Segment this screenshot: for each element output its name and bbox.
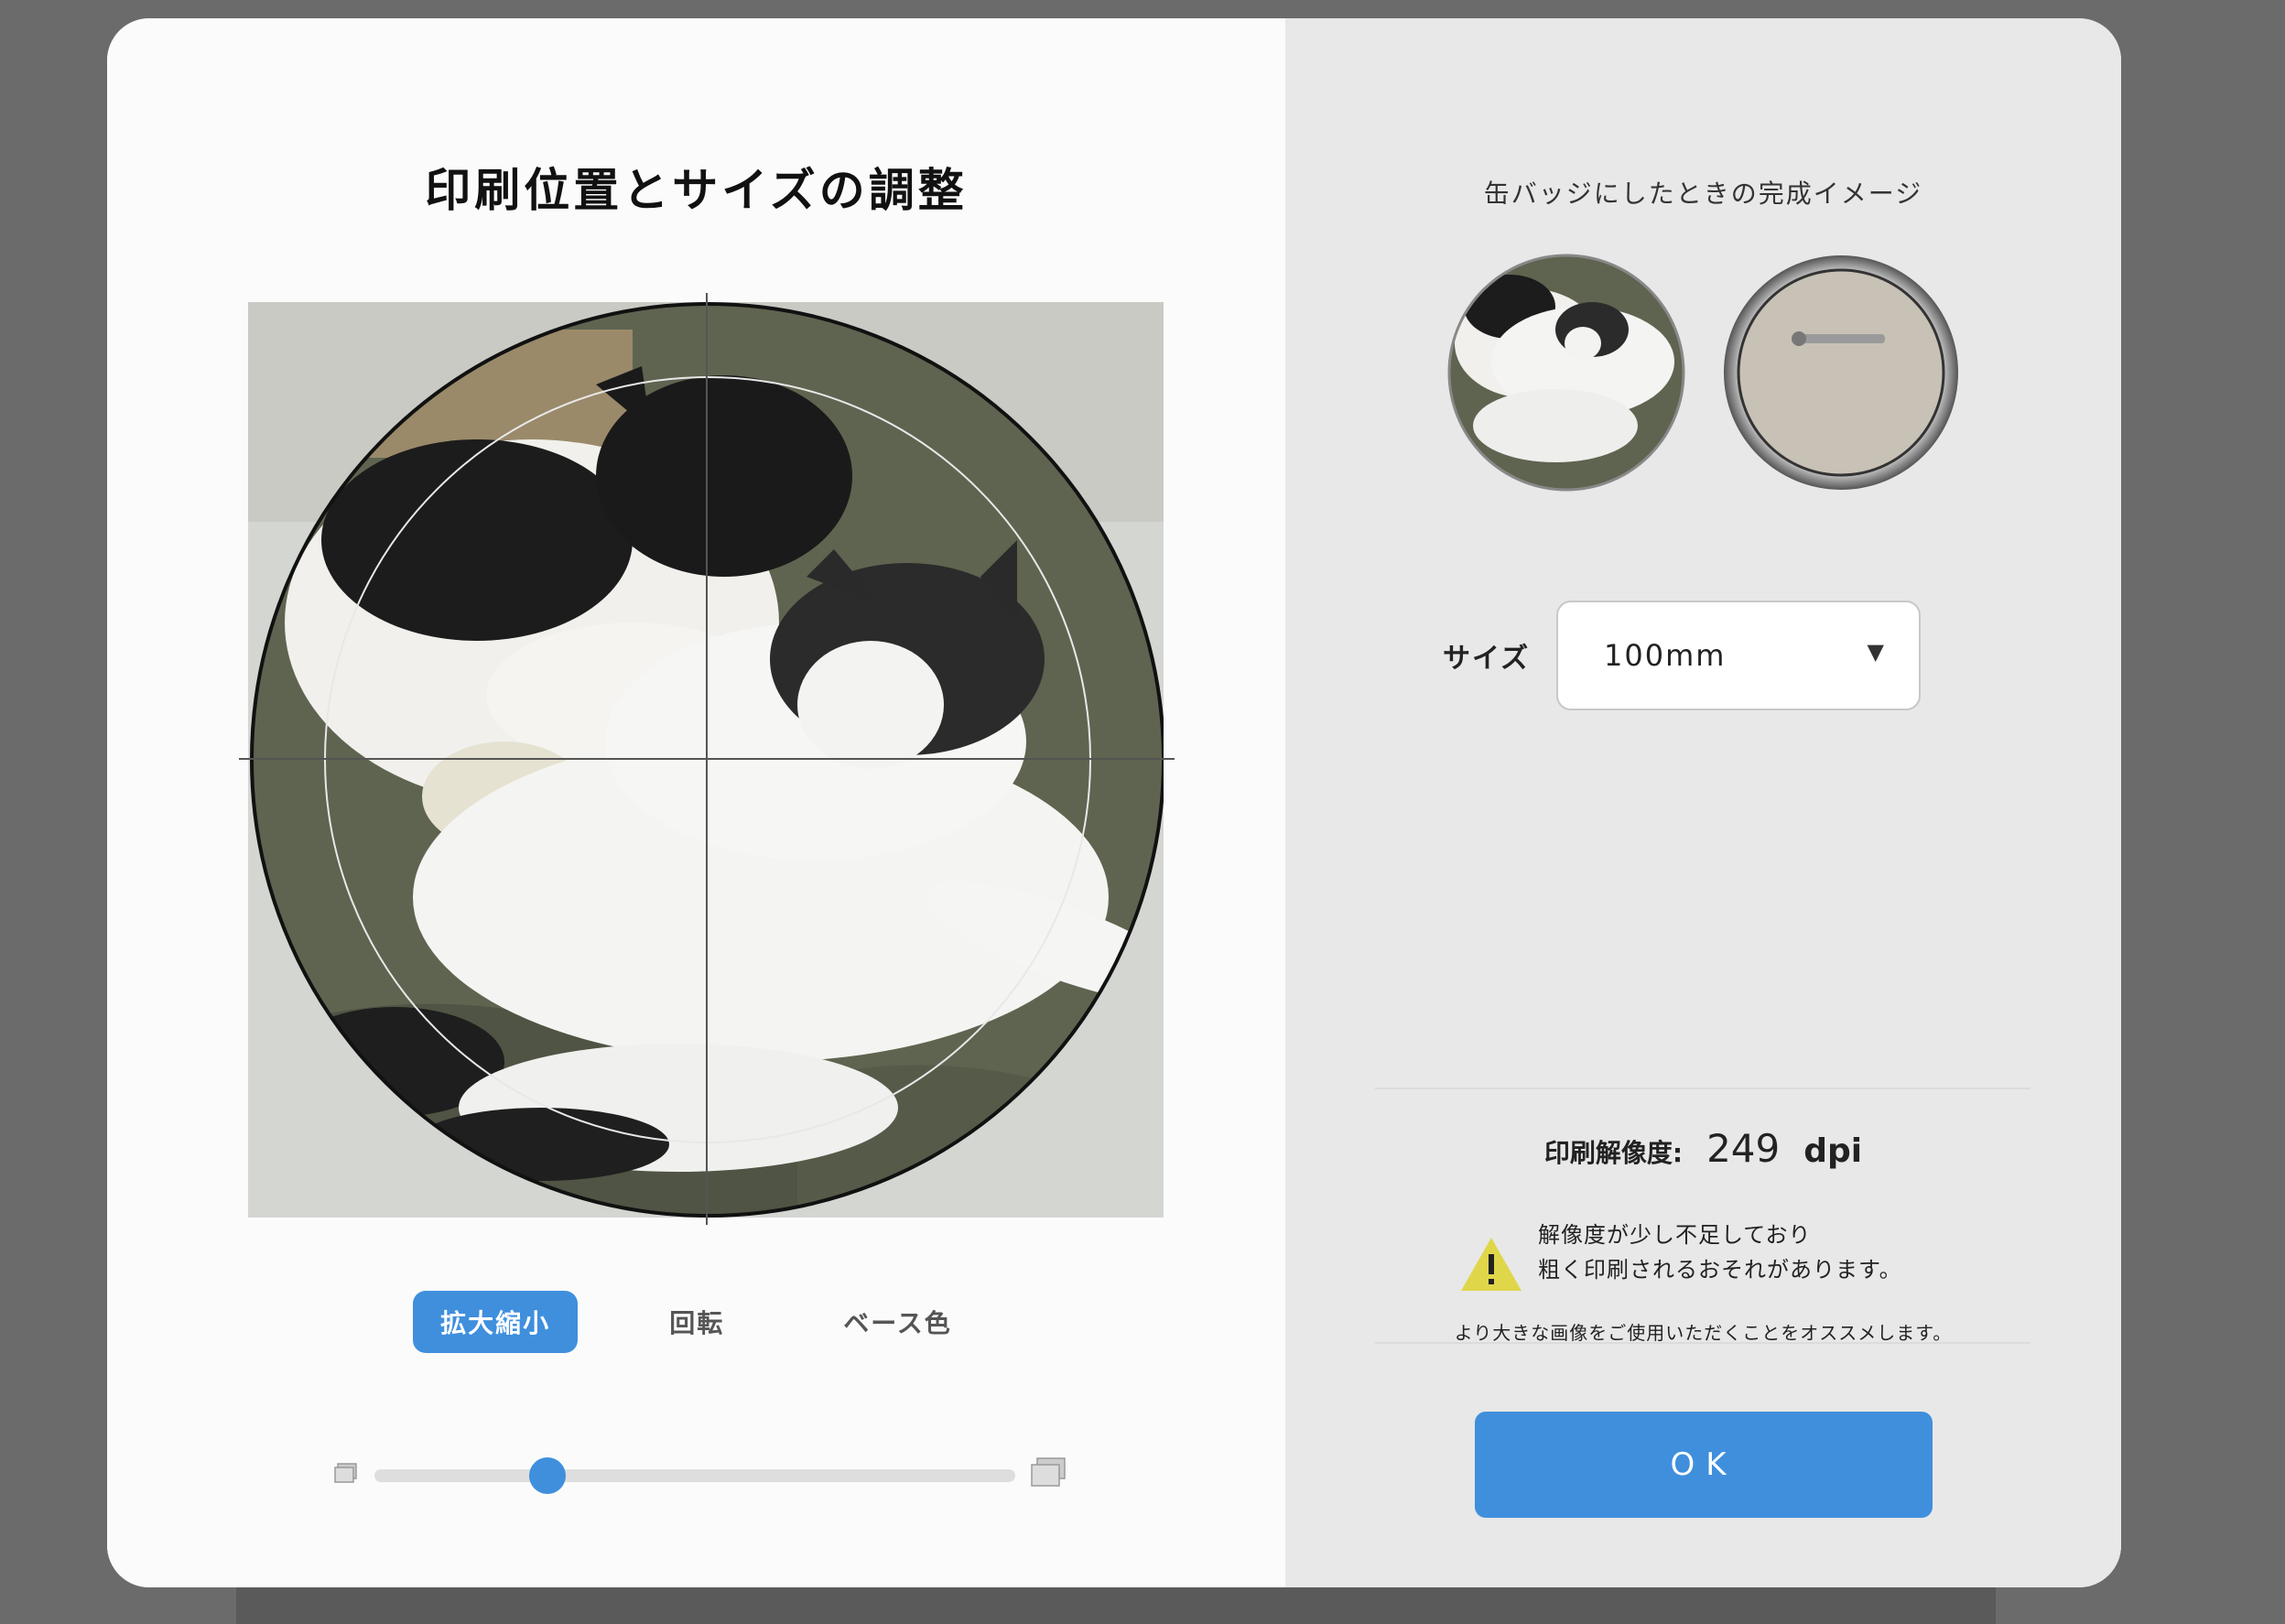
tab-base-color[interactable]: ベース色 (816, 1291, 980, 1353)
recommendation-hint: より大きな画像をご使用いただくことをオススメします。 (1454, 1322, 1953, 1344)
size-label: サイズ (1443, 643, 1531, 675)
divider (1375, 1342, 2031, 1344)
warning-line-1: 解像度が少し不足しており (1538, 1222, 1812, 1248)
preview-title: 缶バッジにしたときの完成イメージ (1483, 179, 1923, 209)
size-value: 100mm (1604, 638, 1727, 673)
warning-icon (1461, 1238, 1522, 1291)
zoom-out-icon[interactable] (334, 1462, 358, 1484)
slider-thumb[interactable] (529, 1457, 566, 1494)
editor-pane: 印刷位置とサイズの調整 拡大縮小 回転 ベース色 (107, 18, 1285, 1587)
ok-button[interactable]: OK (1475, 1412, 1933, 1518)
slider-track[interactable] (374, 1469, 1015, 1482)
tab-rotate[interactable]: 回転 (642, 1291, 752, 1353)
warning-line-2: 粗く印刷されるおそれがあります。 (1538, 1257, 1902, 1283)
page-title: 印刷位置とサイズの調整 (425, 164, 968, 217)
badge-back-preview (1724, 255, 1958, 490)
backdrop (236, 1584, 1996, 1624)
size-row: サイズ 100mm ▼ (1443, 600, 1921, 711)
resolution-unit: dpi (1803, 1132, 1863, 1170)
badge-front-preview (1447, 254, 1685, 492)
zoom-in-icon[interactable] (1030, 1456, 1067, 1488)
chevron-down-icon: ▼ (1867, 639, 1886, 665)
horizontal-guide (239, 758, 1175, 760)
divider (1375, 1088, 2031, 1089)
image-canvas[interactable] (239, 284, 1175, 1227)
preview-pane: 缶バッジにしたときの完成イメージ サイズ 100mm ▼ 印刷解像度: 249 … (1285, 18, 2121, 1587)
size-select[interactable]: 100mm ▼ (1556, 601, 1921, 710)
badge-editor-modal: 印刷位置とサイズの調整 拡大縮小 回転 ベース色 缶バッジにしたときの完成イメー… (107, 18, 2121, 1587)
zoom-slider[interactable] (334, 1451, 1067, 1497)
resolution-value: 249 (1706, 1126, 1781, 1171)
edit-tabs: 拡大縮小 回転 ベース色 (107, 1291, 1285, 1353)
resolution-label: 印刷解像度: (1543, 1138, 1684, 1168)
tab-zoom[interactable]: 拡大縮小 (413, 1291, 579, 1353)
resolution-row: 印刷解像度: 249 dpi (1285, 1126, 2121, 1171)
